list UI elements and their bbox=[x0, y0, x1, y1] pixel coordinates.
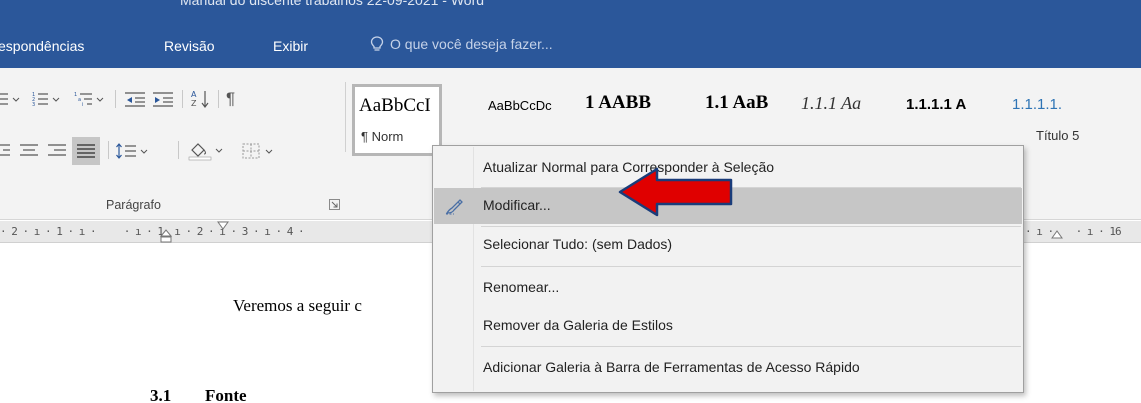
style-tile-heading-5[interactable]: 1.1.1.1. Título 5 bbox=[1006, 84, 1141, 156]
increase-indent-button[interactable] bbox=[151, 88, 177, 110]
align-right-icon bbox=[48, 144, 66, 156]
group-separator bbox=[345, 82, 346, 152]
menu-item-label: Modificar... bbox=[483, 197, 551, 213]
style-sample: 1 AABB bbox=[585, 92, 651, 113]
multilevel-list-icon: 1 a i bbox=[74, 92, 104, 108]
brush-pen-icon bbox=[445, 199, 463, 215]
tab-revisao[interactable]: Revisão bbox=[164, 38, 215, 54]
style-sample: 1.1.1.1. bbox=[1012, 96, 1063, 113]
tell-me-box[interactable]: O que você deseja fazer... bbox=[370, 36, 553, 52]
style-sample: 1.1.1 Aa bbox=[801, 93, 862, 113]
multilevel-list-button[interactable]: 1 a i bbox=[72, 88, 112, 110]
tab-correspondencias[interactable]: espondências bbox=[0, 38, 84, 54]
menu-item-adicionar-galeria[interactable]: Adicionar Galeria à Barra de Ferramentas… bbox=[434, 350, 1022, 386]
ruler-right-marks: · ı · · ı · 16 bbox=[1025, 225, 1122, 238]
sort-az-icon: A Z bbox=[191, 90, 209, 108]
paragraph-dialog-launcher[interactable] bbox=[329, 199, 340, 210]
style-sample: AaBbCcDc bbox=[488, 98, 552, 113]
menu-item-renomear[interactable]: Renomear... bbox=[434, 270, 1022, 306]
menu-item-remover-galeria[interactable]: Remover da Galeria de Estilos bbox=[434, 308, 1022, 344]
pilcrow-icon: ¶ bbox=[226, 89, 236, 108]
shading-button[interactable] bbox=[188, 140, 228, 162]
numbering-icon: 1 2 3 bbox=[32, 92, 60, 108]
menu-item-label: Selecionar Tudo: (sem Dados) bbox=[483, 236, 673, 252]
borders-icon bbox=[242, 143, 273, 159]
menu-item-label: Remover da Galeria de Estilos bbox=[483, 317, 673, 333]
svg-text:a: a bbox=[78, 97, 81, 103]
align-center-button[interactable] bbox=[0, 140, 16, 162]
menu-separator bbox=[481, 346, 1021, 347]
style-sample: 1.1 AaB bbox=[705, 92, 769, 113]
tell-me-placeholder: O que você deseja fazer... bbox=[390, 36, 553, 52]
tab-exibir[interactable]: Exibir bbox=[273, 38, 308, 54]
sort-button[interactable]: A Z bbox=[190, 88, 212, 110]
line-spacing-button[interactable] bbox=[116, 140, 156, 162]
bullets-button[interactable] bbox=[0, 88, 30, 110]
justify-button[interactable] bbox=[72, 137, 100, 165]
menu-item-label: Adicionar Galeria à Barra de Ferramentas… bbox=[483, 359, 860, 375]
svg-text:Z: Z bbox=[191, 99, 197, 108]
justify-icon bbox=[77, 144, 95, 158]
align-center-icon bbox=[20, 144, 38, 156]
svg-text:A: A bbox=[191, 90, 197, 99]
borders-button[interactable] bbox=[242, 140, 282, 162]
increase-indent-icon bbox=[153, 92, 173, 107]
svg-text:1: 1 bbox=[74, 92, 77, 98]
numbering-button[interactable]: 1 2 3 bbox=[32, 88, 68, 110]
title-bar: Manual do discente trabalhos 22-09-2021 … bbox=[0, 0, 1141, 12]
style-name: Título 5 bbox=[1036, 128, 1080, 143]
align-center-button-2[interactable] bbox=[18, 140, 40, 162]
document-paragraph: Veremos a seguir c bbox=[233, 296, 362, 315]
style-sample: AaBbCcI bbox=[359, 95, 431, 116]
svg-text:3: 3 bbox=[32, 102, 35, 108]
menu-item-label: Renomear... bbox=[483, 279, 560, 295]
align-center-icon bbox=[0, 144, 10, 156]
svg-text:i: i bbox=[82, 102, 83, 108]
ruler-left-marks: · 2 · ı · 1 · ı · · ı · 1 ı · 2 · ı · 3 … bbox=[0, 225, 305, 238]
align-right-button[interactable] bbox=[46, 140, 68, 162]
window-title: Manual do discente trabalhos 22-09-2021 … bbox=[180, 0, 485, 8]
heading-text: Fonte bbox=[205, 386, 247, 403]
paint-bucket-icon bbox=[188, 143, 223, 161]
decrease-indent-button[interactable] bbox=[123, 88, 149, 110]
heading-number: 3.1 bbox=[150, 386, 172, 403]
style-tile-normal[interactable]: AaBbCcI ¶ Norm bbox=[352, 84, 442, 156]
show-formatting-button[interactable]: ¶ bbox=[226, 88, 235, 110]
decrease-indent-icon bbox=[125, 92, 145, 107]
first-line-indent-marker-icon[interactable] bbox=[217, 221, 229, 230]
style-name: ¶ Norm bbox=[361, 129, 404, 144]
bullets-icon bbox=[0, 93, 20, 105]
indent-marker-icon[interactable] bbox=[160, 229, 172, 243]
ribbon-tabs: espondências Revisão Exibir O que você d… bbox=[0, 12, 1141, 68]
line-spacing-icon bbox=[116, 143, 148, 159]
paragraph-group-label: Parágrafo bbox=[106, 198, 161, 212]
dialog-launcher-icon bbox=[331, 201, 338, 208]
menu-separator bbox=[481, 266, 1021, 267]
style-sample: 1.1.1.1 A bbox=[906, 96, 967, 113]
right-indent-marker-icon[interactable] bbox=[1051, 229, 1063, 239]
red-arrow-annotation bbox=[618, 167, 733, 217]
menu-item-selecionar-tudo[interactable]: Selecionar Tudo: (sem Dados) bbox=[434, 227, 1022, 263]
lightbulb-icon bbox=[370, 36, 384, 51]
